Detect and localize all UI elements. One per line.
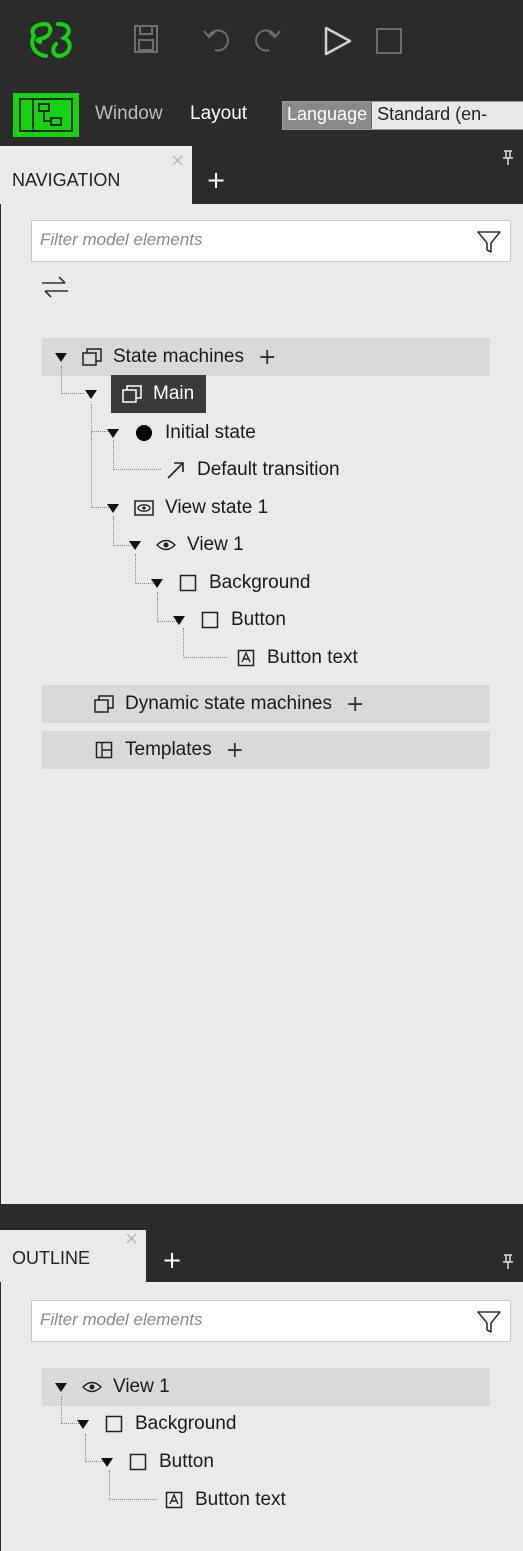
eye-icon: [155, 534, 177, 556]
templates-label: Templates: [125, 739, 212, 760]
close-icon[interactable]: ×: [170, 150, 185, 171]
filter-icon[interactable]: [476, 229, 502, 255]
outline-view-label: View 1: [113, 1376, 170, 1397]
pin-icon[interactable]: [501, 1254, 515, 1270]
tree-item-default-transition[interactable]: Default transition: [165, 452, 340, 488]
expand-triangle-icon[interactable]: [85, 389, 97, 399]
add-state-machine-button[interactable]: +: [258, 345, 276, 370]
transition-arrow-icon: [165, 459, 187, 481]
node-box-icon: [103, 1413, 125, 1435]
tab-navigation[interactable]: NAVIGATION ×: [0, 146, 192, 204]
state-machine-icon: [121, 383, 143, 405]
button-label: Button: [231, 609, 286, 630]
templates-row[interactable]: Templates +: [93, 732, 244, 768]
menu-window[interactable]: Window: [95, 103, 163, 125]
default-transition-label: Default transition: [197, 459, 340, 480]
state-machine-icon: [93, 693, 115, 715]
outline-filter[interactable]: [31, 1300, 511, 1342]
view-state-label: View state 1: [165, 497, 269, 518]
state-machine-icon: [81, 346, 103, 368]
outline-tabbar: OUTLINE × +: [0, 1224, 523, 1282]
expand-triangle-icon[interactable]: [173, 615, 185, 625]
save-icon[interactable]: [132, 22, 160, 56]
tree-item-main-label: Main: [153, 383, 195, 404]
swap-icon[interactable]: [39, 274, 71, 300]
filter-icon[interactable]: [476, 1309, 502, 1335]
redo-icon[interactable]: [250, 22, 284, 56]
tree-item-main-selected: Main: [111, 375, 207, 413]
stop-icon[interactable]: [372, 24, 406, 58]
tree-connector: [183, 628, 227, 658]
navigation-filter-input[interactable]: [40, 230, 460, 250]
button-text-label: Button text: [267, 647, 358, 668]
tree-connector: [113, 440, 161, 470]
eye-icon: [81, 1376, 103, 1398]
expand-triangle-icon[interactable]: [129, 540, 141, 550]
tab-outline-label: OUTLINE: [12, 1248, 91, 1268]
tree-layout-icon: [19, 98, 73, 132]
expand-triangle-icon[interactable]: [151, 578, 163, 588]
outline-panel: View 1 Background Button Button text: [0, 1282, 523, 1551]
outline-filter-input[interactable]: [40, 1310, 460, 1330]
language-selector[interactable]: Language Standard (en-: [282, 101, 523, 130]
text-node-icon: [163, 1489, 185, 1511]
expand-triangle-icon[interactable]: [55, 352, 67, 362]
text-node-icon: [235, 647, 257, 669]
outline-button-text-label: Button text: [195, 1489, 286, 1510]
close-icon[interactable]: ×: [124, 1228, 139, 1249]
dynamic-state-machines-label: Dynamic state machines: [125, 693, 332, 714]
main-toolbar: [0, 0, 523, 84]
outline-item-button-text[interactable]: Button text: [163, 1482, 286, 1518]
expand-triangle-icon[interactable]: [107, 503, 119, 513]
undo-icon[interactable]: [200, 22, 234, 56]
logo-icon: [26, 18, 76, 62]
outline-background-label: Background: [135, 1413, 237, 1434]
navigation-tabbar: NAVIGATION × +: [0, 146, 523, 204]
background-label: Background: [209, 572, 311, 593]
template-icon: [93, 739, 115, 761]
state-machines-label: State machines: [113, 346, 244, 367]
state-machines-row[interactable]: State machines +: [55, 339, 276, 375]
play-icon[interactable]: [318, 22, 356, 60]
add-tab-button[interactable]: +: [206, 166, 226, 194]
navigation-layout-button[interactable]: [13, 93, 79, 137]
outline-button-label: Button: [159, 1451, 214, 1472]
add-dynamic-state-machine-button[interactable]: +: [346, 692, 364, 717]
menu-layout[interactable]: Layout: [190, 103, 247, 125]
pin-icon[interactable]: [501, 150, 515, 166]
language-label: Language: [283, 102, 373, 129]
expand-triangle-icon[interactable]: [101, 1457, 113, 1467]
view-label: View 1: [187, 534, 244, 555]
dynamic-state-machines-row[interactable]: Dynamic state machines +: [93, 686, 364, 722]
node-box-icon: [177, 572, 199, 594]
view-state-icon: [133, 497, 155, 519]
tab-outline[interactable]: OUTLINE ×: [0, 1228, 146, 1282]
menubar: Window Layout Language Standard (en-: [0, 84, 523, 146]
initial-state-label: Initial state: [165, 422, 256, 443]
tree-connector: [109, 1470, 157, 1500]
tab-navigation-label: NAVIGATION: [12, 170, 121, 190]
language-value: Standard (en-: [377, 104, 488, 124]
expand-triangle-icon[interactable]: [77, 1419, 89, 1429]
navigation-filter[interactable]: [31, 220, 511, 262]
add-tab-button[interactable]: +: [162, 1246, 182, 1274]
navigation-panel: State machines + Main Initial state Defa…: [0, 204, 523, 1204]
expand-triangle-icon[interactable]: [55, 1382, 67, 1392]
add-template-button[interactable]: +: [226, 738, 244, 763]
tree-item-button-text[interactable]: Button text: [235, 640, 358, 676]
tree-connector: [61, 366, 85, 394]
